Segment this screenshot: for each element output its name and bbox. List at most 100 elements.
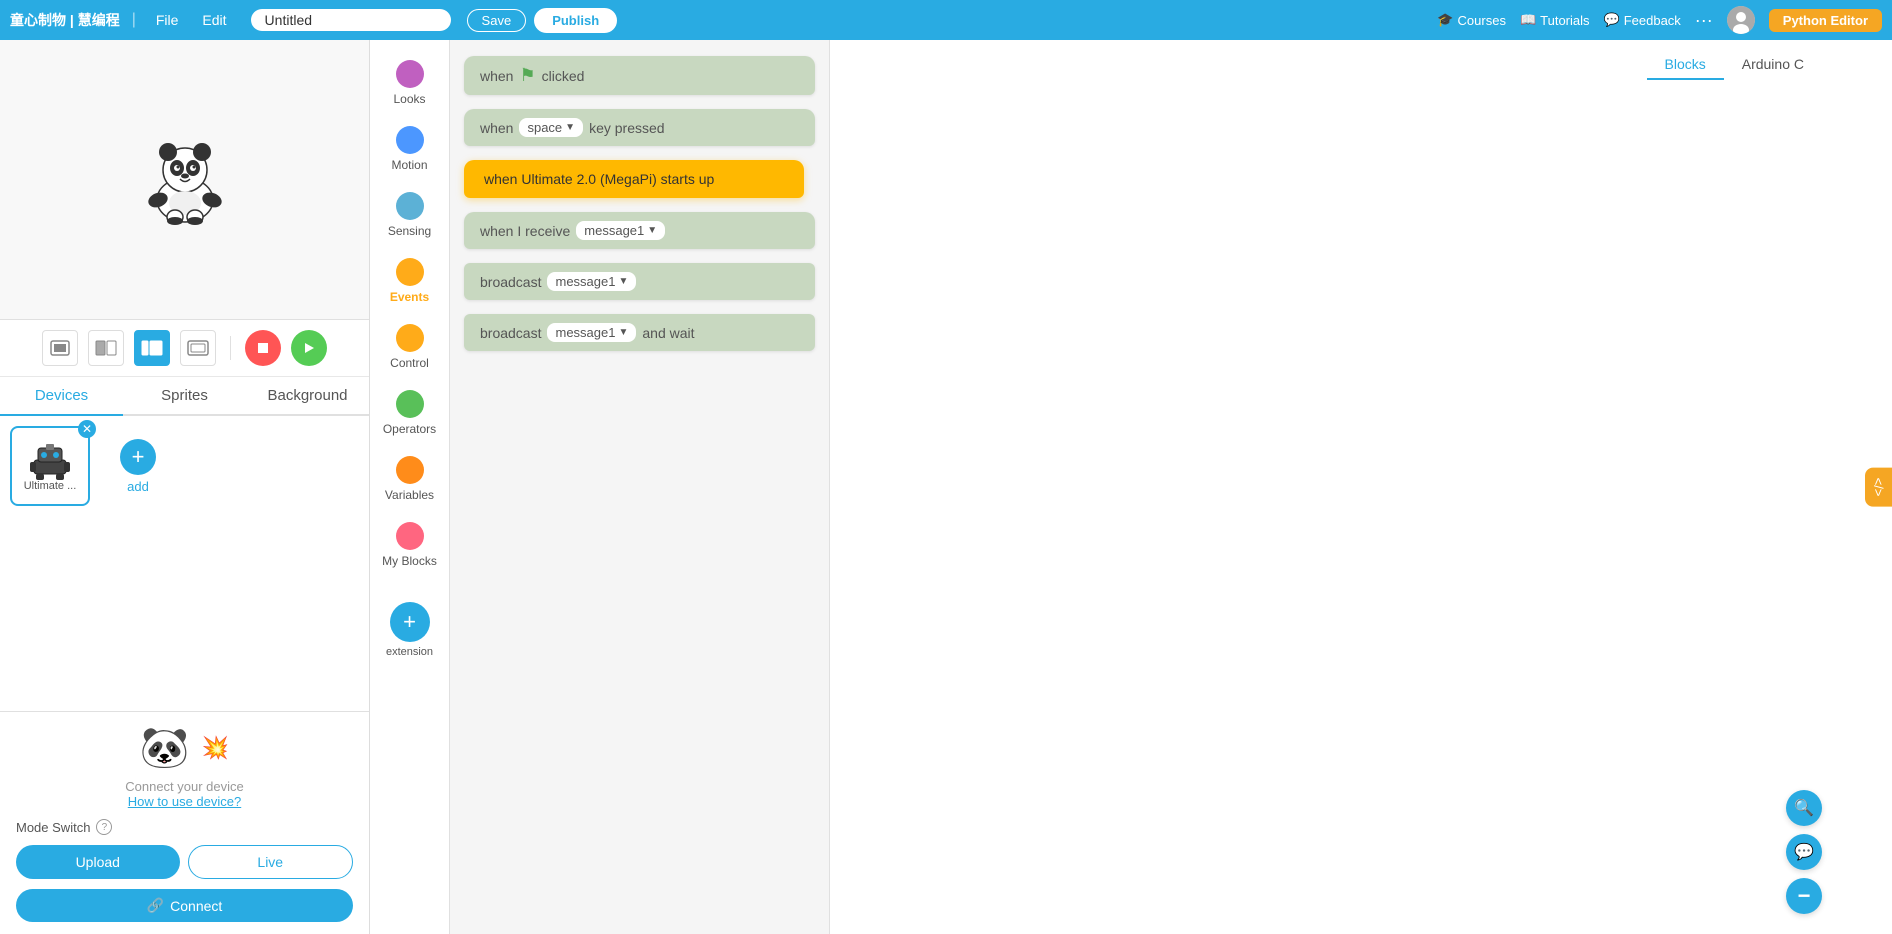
tab-devices[interactable]: Devices	[0, 377, 123, 416]
broadcast-wait-dropdown[interactable]: message1 ▼	[547, 323, 636, 342]
brand-label: 童心制物 | 慧编程	[10, 10, 120, 30]
block-text: when	[480, 68, 513, 84]
publish-button[interactable]: Publish	[534, 8, 617, 33]
main-layout: Devices Sprites Background ✕	[0, 40, 1892, 934]
extension-btn[interactable]: +	[390, 602, 430, 642]
connect-text: Connect your device	[16, 779, 353, 794]
zoom-out-btn[interactable]: −	[1786, 878, 1822, 914]
key-dropdown[interactable]: space ▼	[519, 118, 583, 137]
block-when-receive[interactable]: when I receive message1 ▼	[464, 212, 815, 249]
connect-link-icon: 🔗	[147, 897, 164, 914]
feedback-link[interactable]: 💬 Feedback	[1604, 12, 1681, 28]
how-to-link[interactable]: How to use device?	[16, 794, 353, 809]
panda-connect-icon: 🐼	[140, 724, 190, 771]
panda-image	[140, 135, 230, 225]
cat-control[interactable]: Control	[370, 314, 449, 380]
feedback-icon: 💬	[1604, 12, 1620, 28]
device-item-ultimate[interactable]: ✕ Ultimate ...	[10, 426, 90, 506]
zoom-chat-btn[interactable]: 💬	[1786, 834, 1822, 870]
zoom-search-btn[interactable]: 🔍	[1786, 790, 1822, 826]
upload-button[interactable]: Upload	[16, 845, 180, 879]
python-editor-button[interactable]: Python Editor	[1769, 9, 1882, 32]
tab-background[interactable]: Background	[246, 377, 369, 414]
code-toggle-btn[interactable]: </>	[1865, 468, 1892, 507]
add-device-btn[interactable]: + add	[98, 426, 178, 506]
canvas-area[interactable]: Blocks Arduino C </> 🔍 💬 −	[830, 40, 1892, 934]
go-button[interactable]	[291, 330, 327, 366]
events-dot	[396, 258, 424, 286]
cat-events[interactable]: Events	[370, 248, 449, 314]
variables-dot	[396, 456, 424, 484]
myblocks-label: My Blocks	[382, 554, 437, 568]
connect-panel: 🐼 💥 Connect your device How to use devic…	[0, 711, 369, 934]
device-image	[25, 440, 75, 480]
blocks-area: when ⚑ clicked when space ▼ key pressed …	[450, 40, 830, 934]
mode-help-icon[interactable]: ?	[96, 819, 112, 835]
courses-link[interactable]: 🎓 Courses	[1437, 12, 1506, 28]
stage-medium-btn[interactable]	[88, 330, 124, 366]
sensing-label: Sensing	[388, 224, 431, 238]
cat-looks[interactable]: Looks	[370, 50, 449, 116]
looks-dot	[396, 60, 424, 88]
connect-button[interactable]: 🔗 Connect	[16, 889, 353, 922]
flag-icon: ⚑	[519, 65, 535, 86]
cat-myblocks[interactable]: My Blocks	[370, 512, 449, 578]
block-when-flag[interactable]: when ⚑ clicked	[464, 56, 815, 95]
block-when-starts-up[interactable]: when Ultimate 2.0 (MegaPi) starts up	[464, 160, 804, 198]
variables-label: Variables	[385, 488, 434, 502]
motion-dot	[396, 126, 424, 154]
panda-sprite	[140, 135, 230, 225]
remove-device-btn[interactable]: ✕	[78, 420, 96, 438]
block-categories: Looks Motion Sensing Events Control Oper…	[370, 40, 450, 934]
save-button[interactable]: Save	[467, 9, 527, 32]
courses-icon: 🎓	[1437, 12, 1453, 28]
looks-label: Looks	[393, 92, 425, 106]
motion-label: Motion	[391, 158, 427, 172]
block-text: clicked	[542, 68, 585, 84]
zoom-buttons: 🔍 💬 −	[1786, 790, 1822, 914]
tutorials-link[interactable]: 📖 Tutorials	[1520, 12, 1590, 28]
cat-variables[interactable]: Variables	[370, 446, 449, 512]
more-options[interactable]: ···	[1695, 10, 1713, 31]
stage-small-btn[interactable]	[42, 330, 78, 366]
cat-sensing[interactable]: Sensing	[370, 182, 449, 248]
live-button[interactable]: Live	[188, 845, 354, 879]
stage-controls	[0, 320, 369, 377]
left-panel: Devices Sprites Background ✕	[0, 40, 370, 934]
file-menu[interactable]: File	[148, 12, 187, 28]
avatar[interactable]	[1727, 6, 1755, 34]
events-label: Events	[390, 290, 429, 304]
block-broadcast[interactable]: broadcast message1 ▼	[464, 263, 815, 300]
tab-sprites[interactable]: Sprites	[123, 377, 246, 414]
mode-switch-label: Mode Switch	[16, 820, 90, 835]
broadcast-dropdown[interactable]: message1 ▼	[547, 272, 636, 291]
tab-arduino[interactable]: Arduino C	[1724, 50, 1822, 80]
block-broadcast-wait[interactable]: broadcast message1 ▼ and wait	[464, 314, 815, 351]
operators-label: Operators	[383, 422, 436, 436]
add-label: add	[127, 479, 149, 494]
stage-large-btn[interactable]	[134, 330, 170, 366]
cat-motion[interactable]: Motion	[370, 116, 449, 182]
tabs-row: Devices Sprites Background	[0, 377, 369, 416]
tab-blocks[interactable]: Blocks	[1647, 50, 1724, 80]
block-when-key[interactable]: when space ▼ key pressed	[464, 109, 815, 146]
mode-switch-row: Mode Switch ?	[16, 819, 353, 835]
nav-separator: |	[132, 11, 136, 29]
sensing-dot	[396, 192, 424, 220]
device-label: Ultimate ...	[24, 480, 77, 492]
stop-button[interactable]	[245, 330, 281, 366]
cat-operators[interactable]: Operators	[370, 380, 449, 446]
devices-area: ✕ Ultimate ...	[0, 416, 369, 711]
control-label: Control	[390, 356, 429, 370]
stage-full-btn[interactable]	[180, 330, 216, 366]
receive-dropdown[interactable]: message1 ▼	[576, 221, 665, 240]
edit-menu[interactable]: Edit	[194, 12, 234, 28]
tutorials-icon: 📖	[1520, 12, 1536, 28]
extension-label: extension	[386, 646, 433, 658]
title-input[interactable]	[251, 9, 451, 31]
operators-dot	[396, 390, 424, 418]
topnav-right: 🎓 Courses 📖 Tutorials 💬 Feedback ··· Pyt…	[1437, 6, 1882, 34]
connect-panda: 🐼 💥	[16, 724, 353, 771]
canvas-tabs: Blocks Arduino C	[1647, 50, 1823, 80]
blast-icon: 💥	[202, 735, 229, 761]
